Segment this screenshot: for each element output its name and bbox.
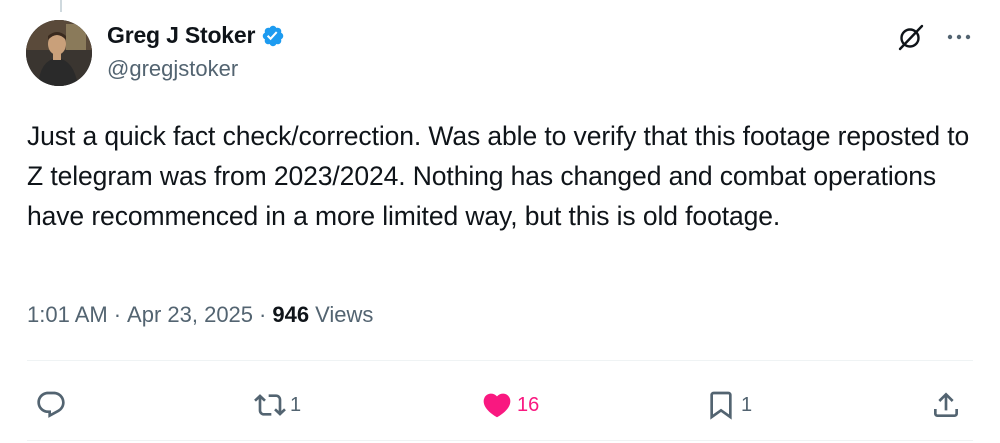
like-count: 16 <box>517 393 540 416</box>
repost-button[interactable]: 1 <box>254 380 301 430</box>
grok-icon[interactable] <box>896 22 926 52</box>
tweet-date[interactable]: Apr 23, 2025 <box>127 302 253 328</box>
like-button[interactable]: 16 <box>481 380 539 430</box>
avatar[interactable] <box>26 20 92 86</box>
tweet-text: Just a quick fact check/correction. Was … <box>27 121 970 231</box>
more-icon[interactable] <box>944 22 974 52</box>
tweet-meta: 1:01 AM · Apr 23, 2025 · 946 Views <box>27 302 373 328</box>
bookmark-count: 1 <box>741 393 753 416</box>
reply-button[interactable] <box>35 380 71 430</box>
repost-count: 1 <box>290 393 302 416</box>
meta-separator: · <box>113 302 122 327</box>
meta-separator: · <box>259 302 267 327</box>
views-label[interactable]: Views <box>315 302 373 328</box>
bookmark-button[interactable]: 1 <box>705 380 752 430</box>
views-count[interactable]: 946 <box>272 302 309 328</box>
action-bar: 1 16 1 <box>0 380 1000 430</box>
author-display-name[interactable]: Greg J Stoker <box>107 22 255 49</box>
share-button[interactable] <box>930 380 962 430</box>
avatar-image <box>26 20 92 86</box>
repost-icon <box>254 394 286 416</box>
tweet-time[interactable]: 1:01 AM <box>27 302 108 328</box>
divider <box>27 360 973 361</box>
heart-icon <box>483 393 511 418</box>
share-icon <box>934 392 958 417</box>
verified-badge-icon[interactable] <box>261 24 285 48</box>
thread-connector-line <box>60 0 62 12</box>
divider <box>27 440 973 441</box>
author-handle[interactable]: @gregjstoker <box>107 56 238 82</box>
bookmark-icon <box>710 391 732 420</box>
reply-icon <box>37 391 65 418</box>
